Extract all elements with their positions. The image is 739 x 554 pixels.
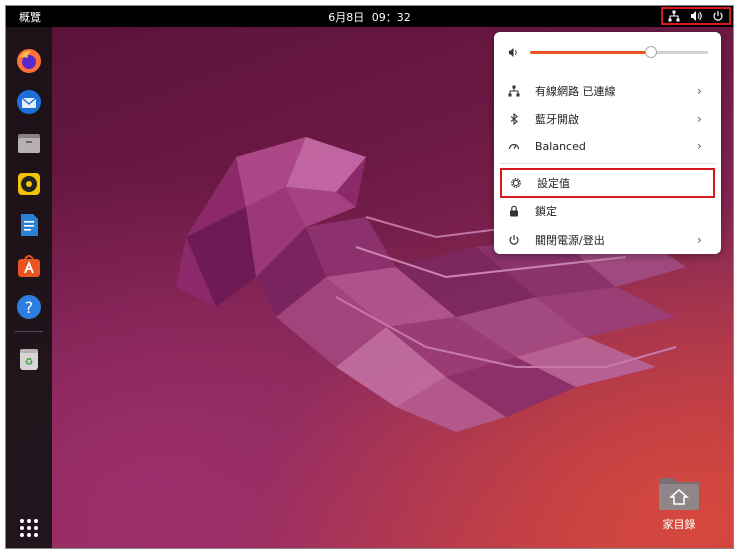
home-folder-icon bbox=[659, 478, 699, 510]
firefox-icon bbox=[17, 49, 41, 73]
menu-item-settings[interactable]: 設定值 bbox=[500, 168, 715, 198]
power-profile-icon bbox=[508, 143, 520, 150]
menu-item-label: Balanced bbox=[535, 139, 586, 153]
menu-item-label: 設定值 bbox=[537, 177, 570, 190]
chevron-right-icon: › bbox=[697, 84, 702, 98]
power-icon bbox=[509, 235, 519, 245]
home-folder-label: 家目錄 bbox=[662, 518, 696, 531]
home-folder-desktop-icon[interactable]: 家目錄 bbox=[651, 472, 707, 532]
menu-item-power-off[interactable]: 關閉電源/登出 › bbox=[500, 227, 715, 253]
volume-slider-fill bbox=[530, 51, 652, 54]
network-wired-icon bbox=[508, 85, 520, 97]
network-wired-icon bbox=[668, 10, 680, 22]
help-icon: ? bbox=[17, 295, 41, 319]
speaker-icon bbox=[691, 11, 702, 21]
menu-separator bbox=[500, 163, 715, 164]
dock-rhythmbox[interactable] bbox=[15, 170, 43, 198]
menu-item-label: 有線網路 已連線 bbox=[535, 85, 616, 98]
dock-files[interactable] bbox=[15, 129, 43, 157]
svg-text:♻: ♻ bbox=[25, 357, 34, 368]
quick-settings-menu: 有線網路 已連線 › 藍牙開啟 › Balanced › 設定值 鎖定 關閉電源… bbox=[494, 32, 721, 254]
dock-writer[interactable] bbox=[15, 211, 43, 239]
power-icon bbox=[713, 11, 723, 21]
clock-time: 09：32 bbox=[371, 11, 411, 24]
dock-firefox[interactable] bbox=[15, 47, 43, 75]
volume-slider-knob[interactable] bbox=[645, 46, 658, 58]
thunderbird-icon bbox=[17, 90, 41, 114]
files-icon bbox=[18, 134, 40, 153]
menu-item-label: 鎖定 bbox=[535, 205, 557, 218]
chevron-right-icon: › bbox=[697, 233, 702, 247]
menu-item-label: 藍牙開啟 bbox=[535, 113, 579, 126]
volume-row bbox=[494, 42, 721, 62]
clock-date: 6月8日 bbox=[328, 11, 365, 24]
lock-icon bbox=[510, 205, 518, 217]
trash-icon: ♻ bbox=[20, 349, 38, 370]
ubuntu-desktop: 家目錄 ? ♻ 概覽 6月8日 09：32 有線網路 已連線 › 藍牙開啟 › … bbox=[5, 5, 734, 549]
dock-app-grid[interactable] bbox=[15, 514, 43, 542]
dock-trash[interactable]: ♻ bbox=[15, 345, 43, 373]
menu-item-bluetooth[interactable]: 藍牙開啟 › bbox=[500, 106, 715, 132]
dock-thunderbird[interactable] bbox=[15, 88, 43, 116]
bluetooth-icon bbox=[510, 113, 518, 125]
menu-item-label: 關閉電源/登出 bbox=[535, 234, 605, 247]
dock-separator bbox=[15, 331, 43, 332]
libreoffice-writer-icon bbox=[21, 214, 38, 236]
menu-item-power-mode[interactable]: Balanced › bbox=[500, 133, 715, 159]
menu-item-wired-network[interactable]: 有線網路 已連線 › bbox=[500, 78, 715, 104]
chevron-right-icon: › bbox=[697, 112, 702, 126]
dock-help[interactable]: ? bbox=[15, 293, 43, 321]
speaker-icon bbox=[508, 47, 517, 58]
top-bar: 概覽 6月8日 09：32 bbox=[6, 6, 733, 27]
menu-item-lock[interactable]: 鎖定 bbox=[500, 198, 715, 224]
svg-text:?: ? bbox=[25, 298, 34, 317]
rhythmbox-icon bbox=[18, 173, 40, 195]
dock: ? ♻ bbox=[6, 27, 52, 548]
system-tray-button[interactable] bbox=[661, 7, 731, 25]
chevron-right-icon: › bbox=[697, 139, 702, 153]
app-grid-icon bbox=[20, 519, 38, 537]
clock-button[interactable]: 6月8日 09：32 bbox=[6, 9, 733, 25]
dock-software[interactable] bbox=[15, 252, 43, 280]
volume-slider[interactable] bbox=[530, 46, 708, 58]
software-center-icon bbox=[18, 255, 40, 277]
settings-gear-icon bbox=[511, 178, 521, 188]
